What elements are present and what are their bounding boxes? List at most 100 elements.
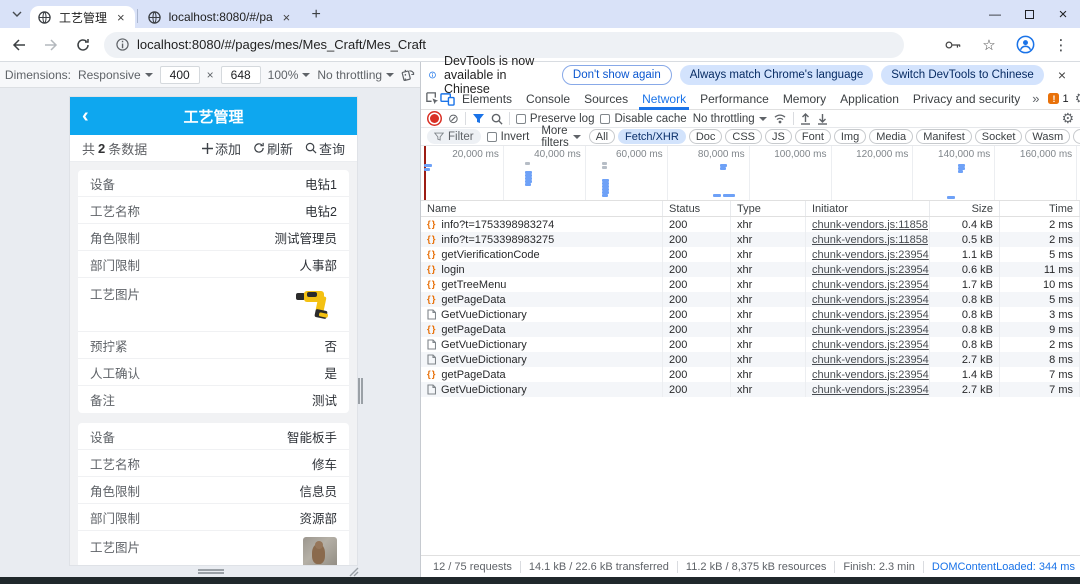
filter-chip-doc[interactable]: Doc — [689, 129, 723, 144]
devtools-tab-elements[interactable]: Elements — [455, 88, 519, 110]
browser-tab-active[interactable]: 工艺管理 × — [30, 6, 135, 28]
back-button[interactable] — [6, 32, 32, 58]
filter-input[interactable]: Filter — [427, 129, 481, 144]
devtools-settings-gear-icon[interactable]: ⚙ — [1075, 90, 1080, 107]
dont-show-again-button[interactable]: Don't show again — [562, 65, 672, 85]
toggle-device-toolbar-icon[interactable] — [440, 89, 455, 109]
filter-chip-manifest[interactable]: Manifest — [916, 129, 972, 144]
request-initiator-link[interactable]: chunk-vendors.js:23954 — [812, 354, 929, 366]
reload-button[interactable] — [70, 32, 96, 58]
devtools-tab-application[interactable]: Application — [833, 88, 906, 110]
column-header-type[interactable]: Type — [731, 201, 806, 216]
invert-filter-checkbox[interactable]: Invert — [487, 131, 530, 143]
record-network-log-button[interactable] — [430, 114, 439, 123]
inspect-element-icon[interactable] — [425, 89, 440, 109]
network-request-row[interactable]: {}info?t=1753398983275200xhrchunk-vendor… — [421, 232, 1080, 247]
switch-devtools-chinese-button[interactable]: Switch DevTools to Chinese — [881, 65, 1044, 85]
request-initiator-link[interactable]: chunk-vendors.js:23954 — [812, 279, 929, 291]
app-action-查询[interactable]: 查询 — [305, 139, 345, 158]
filter-chip-wasm[interactable]: Wasm — [1025, 129, 1070, 144]
request-initiator-link[interactable]: chunk-vendors.js:11858 — [812, 234, 928, 246]
browser-tab-inactive[interactable]: localhost:8080/#/pages/men × — [140, 6, 301, 28]
more-tabs-icon[interactable]: » — [1027, 91, 1044, 106]
throttling-select[interactable]: No throttling — [317, 68, 394, 82]
network-request-row[interactable]: {}getTreeMenu200xhrchunk-vendors.js:2395… — [421, 277, 1080, 292]
viewport-resize-handle-corner[interactable] — [347, 565, 359, 577]
network-request-row[interactable]: {}login200xhrchunk-vendors.js:239540.6 k… — [421, 262, 1080, 277]
filter-chip-fetch-xhr[interactable]: Fetch/XHR — [618, 129, 686, 144]
device-toolbar-menu-kebab-icon[interactable]: ⋮ — [399, 67, 412, 83]
zoom-select[interactable]: 100% — [268, 68, 311, 82]
window-maximize-button[interactable] — [1012, 0, 1046, 28]
request-initiator-link[interactable]: chunk-vendors.js:23954 — [812, 384, 929, 396]
request-initiator-link[interactable]: chunk-vendors.js:23954 — [812, 324, 929, 336]
devtools-tab-performance[interactable]: Performance — [693, 88, 776, 110]
devtools-tab-console[interactable]: Console — [519, 88, 577, 110]
request-initiator-link[interactable]: chunk-vendors.js:23954 — [812, 369, 929, 381]
request-initiator-link[interactable]: chunk-vendors.js:23954 — [812, 294, 929, 306]
network-request-row[interactable]: GetVueDictionary200xhrchunk-vendors.js:2… — [421, 382, 1080, 397]
process-image-squirrel[interactable] — [303, 537, 337, 565]
column-header-initiator[interactable]: Initiator — [806, 201, 930, 216]
filter-chip-all[interactable]: All — [589, 129, 615, 144]
clear-network-log-icon[interactable]: ⊘ — [448, 112, 459, 125]
app-action-刷新[interactable]: 刷新 — [253, 139, 293, 158]
app-action-添加[interactable]: 添加 — [202, 139, 241, 158]
network-request-row[interactable]: {}getVierificationCode200xhrchunk-vendor… — [421, 247, 1080, 262]
network-request-row[interactable]: GetVueDictionary200xhrchunk-vendors.js:2… — [421, 352, 1080, 367]
network-request-row[interactable]: {}info?t=1753398983274200xhrchunk-vendor… — [421, 217, 1080, 232]
request-initiator-link[interactable]: chunk-vendors.js:11858 — [812, 219, 928, 231]
search-network-icon[interactable] — [491, 113, 503, 125]
request-initiator-link[interactable]: chunk-vendors.js:23954 — [812, 339, 929, 351]
import-har-icon[interactable] — [800, 113, 811, 125]
network-request-row[interactable]: {}getPageData200xhrchunk-vendors.js:2395… — [421, 292, 1080, 307]
network-settings-gear-icon[interactable]: ⚙ — [1061, 110, 1074, 127]
app-back-button[interactable]: ‹ — [82, 106, 89, 126]
filter-toggle-icon[interactable] — [472, 113, 485, 124]
tab-close-icon[interactable]: × — [115, 11, 127, 24]
devtools-tab-privacy-and-security[interactable]: Privacy and security — [906, 88, 1027, 110]
filter-chip-other[interactable]: Other — [1073, 129, 1080, 144]
network-request-row[interactable]: {}getPageData200xhrchunk-vendors.js:2395… — [421, 367, 1080, 382]
devtools-tab-sources[interactable]: Sources — [577, 88, 635, 110]
network-request-row[interactable]: GetVueDictionary200xhrchunk-vendors.js:2… — [421, 337, 1080, 352]
issues-badge[interactable]: !1 — [1044, 93, 1072, 105]
column-header-status[interactable]: Status — [663, 201, 731, 216]
filter-chip-img[interactable]: Img — [834, 129, 866, 144]
column-header-time[interactable]: Time — [1000, 201, 1080, 216]
more-filters-select[interactable]: More filters — [541, 125, 580, 149]
column-header-size[interactable]: Size — [930, 201, 1000, 216]
new-tab-button[interactable]: + — [304, 3, 328, 27]
process-image-drill[interactable] — [295, 284, 337, 320]
forward-button[interactable] — [38, 32, 64, 58]
devtools-tab-memory[interactable]: Memory — [776, 88, 833, 110]
devtools-tab-network[interactable]: Network — [635, 88, 693, 110]
filter-chip-media[interactable]: Media — [869, 129, 913, 144]
window-minimize-button[interactable]: — — [978, 0, 1012, 28]
filter-chip-css[interactable]: CSS — [725, 129, 762, 144]
filter-chip-socket[interactable]: Socket — [975, 129, 1023, 144]
profile-avatar[interactable] — [1012, 32, 1038, 58]
tab-search-button[interactable] — [4, 3, 30, 25]
column-header-name[interactable]: Name — [421, 201, 663, 216]
preserve-log-checkbox[interactable]: Preserve log — [516, 113, 595, 125]
network-throttling-select[interactable]: No throttling — [693, 113, 767, 125]
viewport-resize-handle-bottom[interactable] — [198, 569, 224, 574]
request-initiator-link[interactable]: chunk-vendors.js:23954 — [812, 264, 929, 276]
viewport-width-input[interactable]: 400 — [160, 66, 200, 84]
password-key-icon[interactable] — [940, 32, 966, 58]
bookmark-star-icon[interactable]: ☆ — [976, 32, 1002, 58]
tab-close-icon[interactable]: × — [281, 11, 293, 24]
viewport-height-input[interactable]: 648 — [221, 66, 261, 84]
dimensions-mode-select[interactable]: Responsive — [78, 68, 153, 82]
filter-chip-font[interactable]: Font — [795, 129, 831, 144]
network-overview-timeline[interactable]: 20,000 ms40,000 ms60,000 ms80,000 ms100,… — [421, 146, 1080, 201]
infobar-close-icon[interactable]: × — [1052, 67, 1072, 83]
filter-chip-js[interactable]: JS — [765, 129, 792, 144]
disable-cache-checkbox[interactable]: Disable cache — [600, 113, 686, 125]
network-request-row[interactable]: {}getPageData200xhrchunk-vendors.js:2395… — [421, 322, 1080, 337]
browser-menu-kebab-icon[interactable]: ⋮ — [1048, 32, 1074, 58]
viewport-resize-handle-right[interactable] — [358, 378, 363, 404]
match-chrome-language-button[interactable]: Always match Chrome's language — [680, 65, 874, 85]
network-conditions-icon[interactable] — [773, 113, 787, 124]
